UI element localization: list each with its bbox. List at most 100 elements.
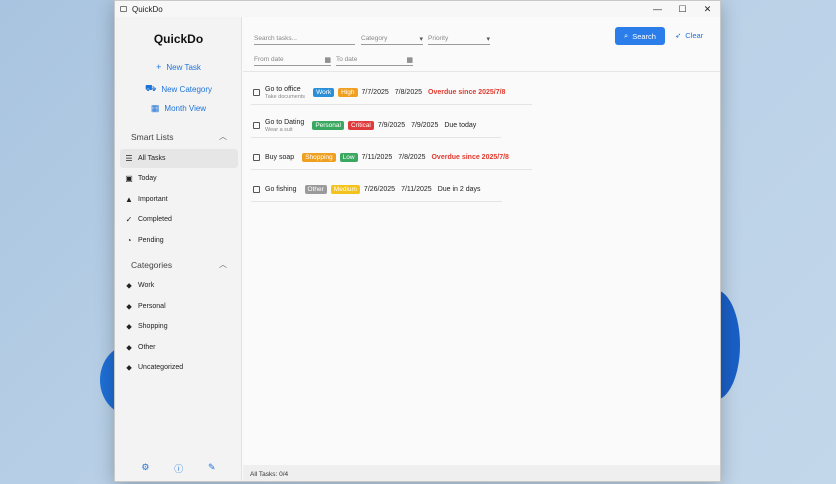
calendar-day-icon: ▣ — [125, 174, 133, 183]
task-count: All Tasks: 0/4 — [250, 470, 289, 478]
task-status: Due today — [444, 122, 477, 129]
task-start-date: 7/9/2025 — [377, 122, 406, 129]
category-select[interactable]: Category ▾ — [361, 33, 423, 45]
task-row[interactable]: Go to Dating Wear a suit Personal Critic… — [251, 114, 501, 138]
sidebar-item-label: Completed — [138, 216, 172, 223]
sidebar-item-label: Other — [138, 344, 156, 351]
task-status: Overdue since 2025/7/8 — [431, 154, 509, 161]
warning-icon: ▲ — [125, 195, 133, 204]
new-task-button[interactable]: + New Task — [115, 62, 242, 72]
task-status: Overdue since 2025/7/8 — [428, 89, 506, 96]
task-checkbox[interactable] — [253, 122, 260, 129]
dropdown-arrow-icon: ▾ — [419, 35, 423, 43]
sidebar-item-label: Important — [138, 196, 168, 203]
new-category-button[interactable]: ⛟ New Category — [115, 83, 242, 95]
from-date-picker[interactable]: From date ▦ — [254, 54, 331, 66]
search-button[interactable]: ⌕ Search — [615, 27, 665, 45]
clock-icon: ◔ — [126, 236, 132, 245]
task-subtitle: Take documents — [265, 93, 306, 100]
task-row[interactable]: Go to office Take documents Work High 7/… — [251, 81, 532, 105]
task-text: Go to Dating Wear a suit — [265, 119, 304, 133]
task-row[interactable]: Go fishing Other Medium 7/26/2025 7/11/2… — [251, 178, 502, 202]
sidebar-item-uncategorized[interactable]: ⬥ Uncategorized — [120, 358, 238, 377]
smart-lists-header[interactable]: Smart Lists ︿ — [131, 131, 227, 142]
minimize-button[interactable]: — — [645, 1, 670, 17]
calendar-icon[interactable]: ▦ — [324, 56, 331, 64]
category-badge: Work — [313, 88, 335, 97]
task-due-date: 7/8/2025 — [394, 89, 422, 96]
sidebar-item-label: Personal — [138, 303, 166, 310]
close-button[interactable]: ✕ — [695, 1, 720, 17]
sidebar-item-label: Work — [138, 282, 155, 289]
sidebar-item-pending[interactable]: ◔ Pending — [120, 231, 238, 250]
maximize-button[interactable]: ☐ — [670, 1, 695, 17]
chevron-up-icon[interactable]: ︿ — [219, 259, 227, 270]
task-title: Buy soap — [265, 154, 295, 161]
tag-icon: ⬥ — [126, 301, 132, 311]
category-icon: ⛟ — [144, 83, 157, 93]
task-text: Go to office Take documents — [265, 86, 305, 100]
settings-icon[interactable]: ⚙ — [141, 462, 149, 475]
check-icon: ✓ — [125, 215, 133, 224]
tag-icon: ⬥ — [126, 321, 132, 331]
priority-select[interactable]: Priority ▾ — [428, 33, 490, 45]
task-subtitle: Wear a suit — [265, 126, 293, 133]
task-start-date: 7/7/2025 — [361, 89, 389, 96]
categories-title: Categories — [131, 259, 173, 270]
app-icon — [120, 6, 127, 12]
priority-badge: Critical — [347, 121, 374, 130]
search-icon: ⌕ — [624, 31, 629, 40]
eraser-icon: ➶ — [675, 31, 682, 40]
window-title: QuickDo — [132, 4, 163, 14]
to-date-picker[interactable]: To date ▦ — [336, 54, 413, 66]
new-category-label: New Category — [161, 84, 212, 94]
tag-icon: ⬥ — [126, 342, 132, 352]
sidebar-item-important[interactable]: ▲ Important — [120, 190, 238, 209]
sidebar-item-other[interactable]: ⬥ Other — [120, 338, 238, 357]
sidebar-item-all-tasks[interactable]: ☰ All Tasks — [120, 149, 238, 168]
tag-icon: ⬥ — [126, 280, 132, 290]
app-brand: QuickDo — [153, 32, 204, 46]
chevron-up-icon[interactable]: ︿ — [219, 131, 227, 142]
task-checkbox[interactable] — [253, 89, 260, 96]
task-due-date: 7/8/2025 — [398, 154, 426, 161]
priority-badge: High — [338, 88, 358, 97]
task-row[interactable]: Buy soap Shopping Low 7/11/2025 7/8/2025… — [251, 146, 532, 170]
sidebar-item-label: All Tasks — [138, 155, 166, 162]
calendar-icon: ▦ — [150, 103, 160, 113]
sidebar-item-label: Pending — [138, 237, 164, 244]
sidebar-item-label: Uncategorized — [138, 364, 184, 371]
clear-button-label: Clear — [685, 31, 704, 40]
task-due-date: 7/11/2025 — [401, 186, 432, 193]
task-start-date: 7/26/2025 — [363, 186, 396, 193]
search-input[interactable]: Search tasks... — [254, 33, 355, 45]
sidebar-item-completed[interactable]: ✓ Completed — [120, 210, 238, 229]
from-date-placeholder: From date — [254, 56, 284, 63]
titlebar: QuickDo — ☐ ✕ — [115, 1, 720, 17]
task-title: Go to Dating — [265, 118, 305, 126]
task-checkbox[interactable] — [253, 154, 260, 161]
main-panel: Search tasks... Category ▾ Priority ▾ ⌕ … — [243, 17, 720, 481]
clear-button[interactable]: ➶ Clear — [675, 31, 703, 40]
calendar-icon[interactable]: ▦ — [406, 56, 413, 64]
app-window: QuickDo — ☐ ✕ QuickDo + New Task ⛟ New C… — [114, 0, 721, 482]
task-title: Go to office — [265, 85, 301, 93]
list-icon: ☰ — [125, 154, 133, 163]
month-view-label: Month View — [164, 104, 207, 113]
task-checkbox[interactable] — [253, 186, 260, 193]
sidebar-item-personal[interactable]: ⬥ Personal — [120, 297, 238, 316]
task-text: Buy soap — [265, 154, 294, 161]
month-view-button[interactable]: ▦ Month View — [115, 103, 242, 114]
search-input-placeholder: Search tasks... — [254, 35, 297, 42]
task-start-date: 7/11/2025 — [361, 154, 393, 161]
info-icon[interactable]: ⓘ — [174, 462, 183, 475]
task-title: Go fishing — [265, 186, 297, 193]
sidebar-item-work[interactable]: ⬥ Work — [120, 276, 238, 295]
sidebar-item-shopping[interactable]: ⬥ Shopping — [120, 317, 238, 336]
search-button-label: Search — [632, 31, 656, 41]
category-badge: Personal — [312, 121, 344, 130]
categories-header[interactable]: Categories ︿ — [131, 259, 227, 270]
brush-icon[interactable]: ✎ — [208, 462, 216, 475]
sidebar-item-label: Today — [138, 175, 157, 182]
sidebar-item-today[interactable]: ▣ Today — [120, 169, 238, 188]
